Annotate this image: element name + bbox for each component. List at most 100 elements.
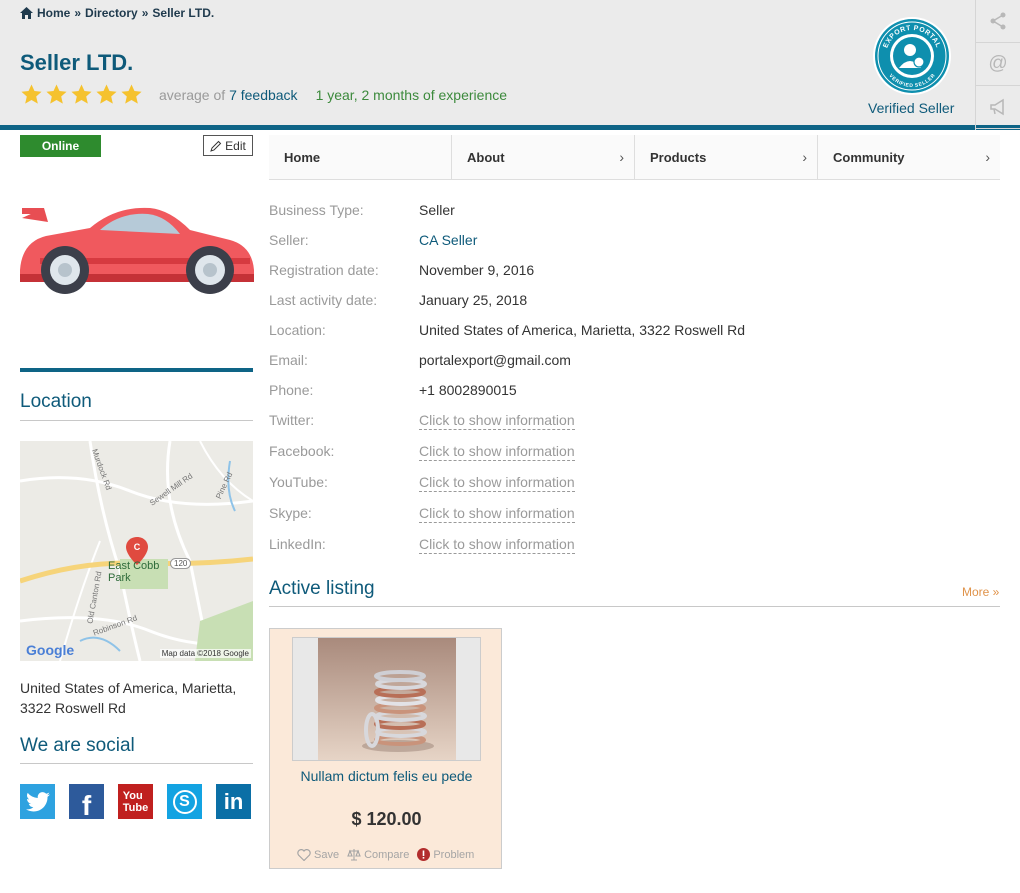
tab-label: Home — [284, 149, 321, 165]
info-row: Seller: CA Seller — [269, 232, 477, 248]
social-title: We are social — [20, 735, 135, 756]
info-label: Skype: — [269, 505, 312, 521]
at-icon: @ — [988, 53, 1008, 74]
linkedin-button[interactable]: in — [216, 784, 251, 819]
product-image[interactable] — [318, 638, 456, 760]
facebook-button[interactable]: f — [69, 784, 104, 821]
tab-label: About — [467, 149, 505, 165]
chevron-right-icon: › — [619, 149, 624, 165]
edit-button[interactable]: Edit — [203, 135, 253, 156]
announce-button[interactable] — [976, 86, 1020, 129]
tab-label: Community — [833, 149, 905, 165]
divider — [20, 763, 253, 764]
map-graphic: C — [20, 441, 253, 661]
info-row: Location: United States of America, Marie… — [269, 322, 745, 338]
info-value: United States of America, Marietta, 3322… — [419, 322, 746, 338]
average-feedback: average of 7 feedback — [159, 87, 298, 103]
facebook-icon: f — [81, 789, 92, 821]
rating-row: average of 7 feedback 1 year, 2 months o… — [20, 83, 507, 106]
chevron-right-icon: › — [985, 149, 990, 165]
seller-type-link[interactable]: CA Seller — [419, 232, 477, 248]
heart-icon — [297, 848, 311, 861]
product-actions: Save Compare Problem — [297, 848, 474, 861]
tab-about[interactable]: About › — [452, 135, 635, 179]
info-value: +1 8002890015 — [419, 382, 517, 398]
star-icon — [21, 84, 42, 104]
product-name-link[interactable]: Nullam dictum felis eu pede — [280, 767, 493, 785]
product-image-frame — [292, 637, 481, 761]
home-icon[interactable] — [20, 7, 33, 19]
show-info-link[interactable]: Click to show information — [419, 474, 575, 492]
map-pin-letter: C — [134, 542, 141, 552]
location-map[interactable]: C East Cobb Park 120 Murdock Rd Sewell M… — [20, 441, 253, 661]
product-card[interactable]: Nullam dictum felis eu pede $ 120.00 Sav… — [269, 628, 502, 869]
email-button[interactable]: @ — [976, 43, 1020, 86]
scales-icon — [347, 849, 361, 861]
address-line: 3322 Roswell Rd — [20, 700, 126, 716]
breadcrumb-directory[interactable]: Directory — [85, 6, 138, 20]
linkedin-icon: in — [223, 788, 244, 814]
show-info-link[interactable]: Click to show information — [419, 505, 575, 523]
google-logo: Google — [26, 642, 75, 658]
more-link[interactable]: More » — [962, 585, 999, 599]
info-row: Registration date: November 9, 2016 — [269, 262, 534, 278]
star-icon — [71, 84, 92, 104]
tab-community[interactable]: Community › — [818, 135, 1000, 179]
info-row: Business Type: Seller — [269, 202, 455, 218]
compare-button[interactable]: Compare — [347, 848, 409, 861]
info-row: Twitter: Click to show information — [269, 412, 575, 430]
breadcrumb-current: Seller LTD. — [152, 6, 215, 20]
breadcrumb-home[interactable]: Home — [37, 6, 70, 20]
divider — [20, 420, 253, 421]
compare-label: Compare — [364, 848, 410, 861]
youtube-button[interactable]: You Tube — [118, 784, 153, 819]
tab-label: Products — [650, 149, 707, 165]
share-icon — [990, 12, 1006, 30]
info-value: November 9, 2016 — [419, 262, 535, 278]
info-label: Email: — [269, 352, 308, 368]
tab-home[interactable]: Home — [269, 135, 452, 179]
info-row: Skype: Click to show information — [269, 505, 575, 523]
feedback-link[interactable]: 7 feedback — [229, 87, 298, 103]
show-info-link[interactable]: Click to show information — [419, 412, 575, 430]
social-links: f You Tube S in — [20, 784, 251, 821]
info-label: YouTube: — [269, 474, 328, 490]
info-label: Seller: — [269, 232, 309, 248]
star-rating — [20, 83, 143, 106]
address-line: United States of America, Marietta, — [20, 680, 237, 696]
show-info-link[interactable]: Click to show information — [419, 443, 575, 461]
map-place-label: East Cobb Park — [108, 560, 160, 584]
breadcrumb: Home » Directory » Seller LTD. — [20, 6, 214, 20]
info-row: Email: portalexport@gmail.com — [269, 352, 571, 368]
share-button[interactable] — [976, 0, 1020, 43]
save-label: Save — [314, 848, 340, 861]
skype-button[interactable]: S — [167, 784, 202, 819]
info-value: January 25, 2018 — [419, 292, 528, 308]
info-row: Facebook: Click to show information — [269, 443, 575, 461]
online-status-badge: Online — [20, 135, 101, 157]
page-title: Seller LTD. — [20, 50, 134, 75]
star-icon — [46, 84, 67, 104]
location-title: Location — [20, 391, 92, 412]
divider — [20, 368, 253, 372]
info-label: Facebook: — [269, 443, 335, 459]
side-toolbar: @ — [975, 0, 1020, 130]
megaphone-icon — [990, 98, 1004, 116]
pencil-icon — [210, 140, 222, 152]
info-value: Seller — [419, 202, 455, 218]
show-info-link[interactable]: Click to show information — [419, 536, 575, 554]
edit-label: Edit — [225, 138, 246, 153]
twitter-button[interactable] — [20, 784, 55, 819]
tab-products[interactable]: Products › — [635, 135, 818, 179]
verified-seller-badge-icon: EXPORT PORTAL VERIFIED SELLER — [873, 17, 951, 95]
alert-icon — [417, 848, 431, 861]
info-value: portalexport@gmail.com — [419, 352, 571, 368]
info-label: Phone: — [269, 382, 314, 398]
info-label: LinkedIn: — [269, 536, 326, 552]
breadcrumb-separator: » — [141, 6, 149, 20]
page-header: Home » Directory » Seller LTD. Seller LT… — [0, 0, 1020, 130]
info-label: Business Type: — [269, 202, 364, 218]
problem-button[interactable]: Problem — [417, 848, 474, 861]
save-button[interactable]: Save — [297, 849, 339, 861]
info-row: Last activity date: January 25, 2018 — [269, 292, 527, 308]
